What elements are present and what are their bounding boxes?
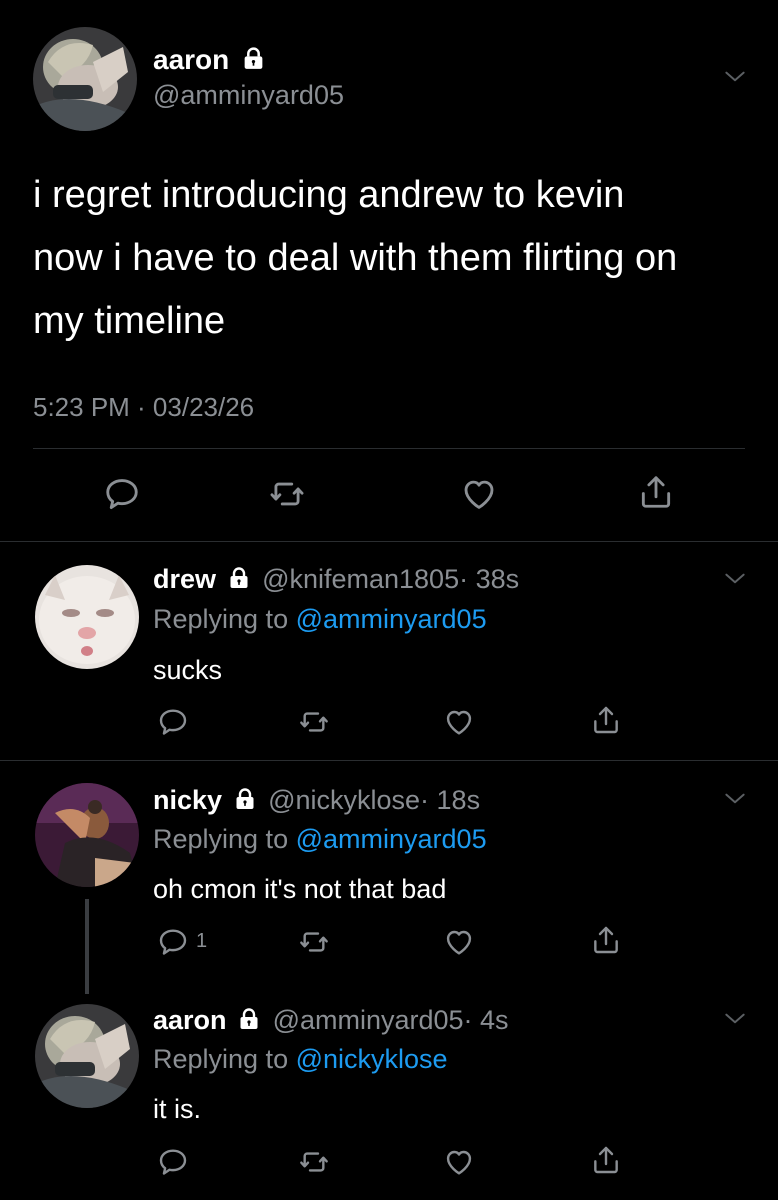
- handle[interactable]: @amminyard05: [273, 1005, 464, 1035]
- tweet-text-line: i regret introducing andrew to kevin: [33, 174, 625, 216]
- display-name[interactable]: aaron: [153, 1005, 227, 1035]
- reply-count: 1: [196, 930, 208, 952]
- reply-icon[interactable]: [157, 926, 189, 958]
- avatar[interactable]: [35, 1004, 139, 1108]
- share-icon[interactable]: [590, 1144, 622, 1176]
- lock-icon: [237, 1007, 261, 1031]
- tweet-text: sucks: [153, 655, 223, 685]
- reply-icon[interactable]: [157, 706, 189, 738]
- handle[interactable]: @knifeman1805: [262, 564, 459, 594]
- display-name[interactable]: aaron: [153, 44, 229, 75]
- avatar[interactable]: [35, 783, 139, 887]
- divider: [33, 448, 745, 449]
- thread-line: [85, 899, 89, 994]
- tweet-text: oh cmon it's not that bad: [153, 874, 447, 904]
- chevron-down-icon[interactable]: [722, 566, 748, 592]
- display-name[interactable]: drew: [153, 564, 216, 594]
- reply-icon[interactable]: [103, 475, 141, 513]
- heart-icon[interactable]: [460, 475, 498, 513]
- retweet-icon[interactable]: [298, 706, 330, 738]
- retweet-icon[interactable]: [298, 926, 330, 958]
- retweet-icon[interactable]: [298, 1146, 330, 1178]
- replying-to-link[interactable]: @amminyard05: [296, 604, 487, 634]
- replying-label: Replying to: [153, 1044, 289, 1074]
- chevron-down-icon[interactable]: [722, 64, 748, 90]
- replying-label: Replying to: [153, 824, 289, 854]
- share-icon[interactable]: [590, 704, 622, 736]
- avatar[interactable]: [33, 27, 137, 131]
- heart-icon[interactable]: [443, 706, 475, 738]
- replying-to-link[interactable]: @amminyard05: [296, 824, 487, 854]
- chevron-down-icon[interactable]: [722, 1006, 748, 1032]
- tweet-text-line: my timeline: [33, 300, 226, 342]
- tweet-age[interactable]: · 18s: [420, 785, 480, 815]
- heart-icon[interactable]: [443, 926, 475, 958]
- retweet-icon[interactable]: [268, 475, 306, 513]
- lock-icon: [241, 46, 266, 71]
- reply-icon[interactable]: [157, 1146, 189, 1178]
- tweet-text-line: now i have to deal with them flirting on: [33, 237, 678, 279]
- share-icon[interactable]: [590, 924, 622, 956]
- divider: [0, 541, 778, 542]
- share-icon[interactable]: [637, 473, 675, 511]
- heart-icon[interactable]: [443, 1146, 475, 1178]
- tweet-text: it is.: [153, 1094, 202, 1124]
- lock-icon: [233, 787, 257, 811]
- timestamp[interactable]: 5:23 PM · 03/23/26: [33, 392, 254, 423]
- replying-to-link[interactable]: @nickyklose: [296, 1044, 448, 1074]
- tweet-age[interactable]: · 4s: [464, 1005, 509, 1035]
- chevron-down-icon[interactable]: [722, 786, 748, 812]
- replying-label: Replying to: [153, 604, 289, 634]
- avatar[interactable]: [35, 565, 139, 669]
- handle[interactable]: @nickyklose: [268, 785, 420, 815]
- lock-icon: [227, 566, 251, 590]
- divider: [0, 760, 778, 761]
- handle[interactable]: @amminyard05: [153, 80, 344, 111]
- tweet-age[interactable]: · 38s: [459, 564, 519, 594]
- display-name[interactable]: nicky: [153, 785, 222, 815]
- tweet-text: i regret introducing andrew to kevin now…: [33, 164, 677, 353]
